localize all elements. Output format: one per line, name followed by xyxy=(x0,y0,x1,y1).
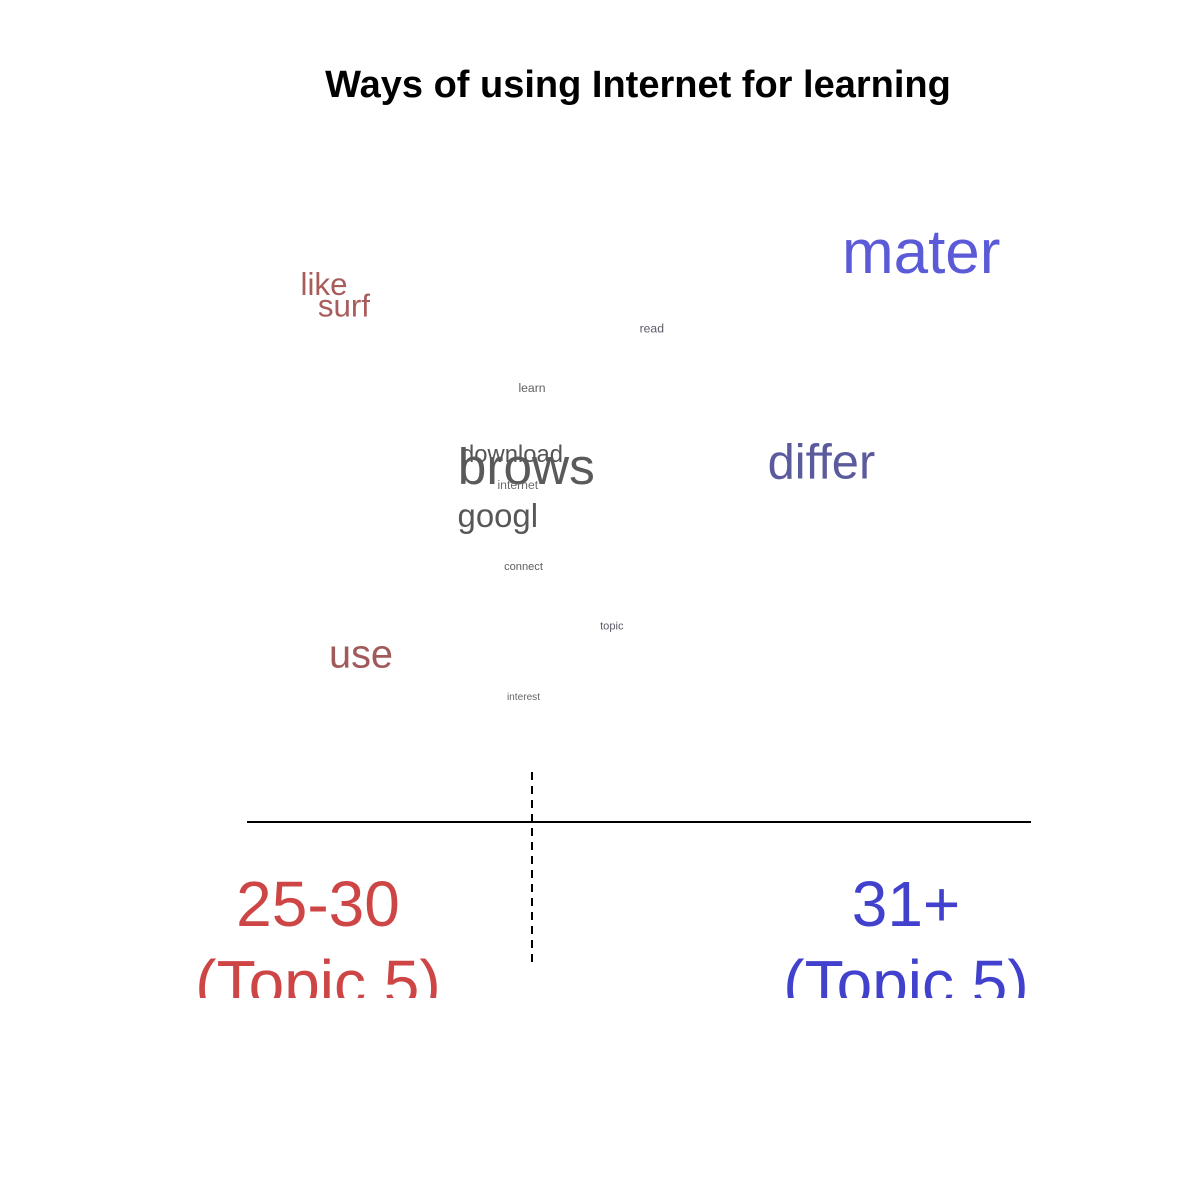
word-learn: learn xyxy=(518,381,545,395)
word-internet: internet xyxy=(497,478,538,492)
word-use: use xyxy=(329,632,393,676)
word-scatter-chart: Ways of using Internet for learning mate… xyxy=(195,64,1031,1019)
group-labels: 25-30 (Topic 5) 31+ (Topic 5) xyxy=(195,868,1028,1019)
word-mater: mater xyxy=(842,218,1000,287)
word-googl: googl xyxy=(458,497,538,534)
word-connect: connect xyxy=(504,561,543,573)
chart-title: Ways of using Internet for learning xyxy=(325,64,951,106)
word-read: read xyxy=(640,322,664,336)
group-left-topic: (Topic 5) xyxy=(195,947,440,1019)
word-topic: topic xyxy=(600,621,624,633)
word-layer: materlikesurfreadlearndownloadbrowsinter… xyxy=(301,218,1001,703)
group-left-label: 25-30 xyxy=(236,868,400,940)
word-surf: surf xyxy=(318,288,370,323)
group-right-label: 31+ xyxy=(852,868,961,940)
word-differ: differ xyxy=(768,435,876,489)
word-interest: interest xyxy=(507,692,540,703)
group-right-topic: (Topic 5) xyxy=(783,947,1028,1019)
